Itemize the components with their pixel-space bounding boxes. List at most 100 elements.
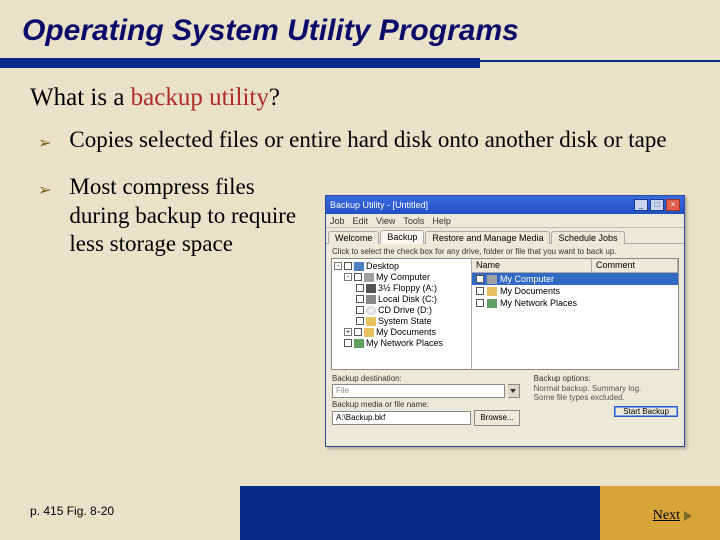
media-label: Backup media or file name: <box>332 400 520 409</box>
list-header: Name Comment <box>472 259 678 273</box>
bullet-item: ➢ Copies selected files or entire hard d… <box>38 126 678 155</box>
page-reference: p. 415 Fig. 8-20 <box>30 504 114 518</box>
tab-backup[interactable]: Backup <box>380 230 424 244</box>
options-text: Some file types excluded. <box>534 393 678 402</box>
tree-item[interactable]: 3½ Floppy (A:) <box>334 283 469 294</box>
close-button[interactable]: × <box>666 199 680 211</box>
subtitle-emphasis: backup utility <box>131 84 269 111</box>
tree-item[interactable]: + My Documents <box>334 327 469 338</box>
bottom-controls: Backup destination: File Backup media or… <box>326 370 684 430</box>
window-title: Backup Utility - [Untitled] <box>330 200 428 210</box>
expand-icon[interactable]: - <box>334 262 342 270</box>
subtitle-suffix: ? <box>269 84 280 111</box>
column-comment[interactable]: Comment <box>592 259 678 272</box>
menu-item[interactable]: Tools <box>403 216 424 226</box>
tree-item[interactable]: - Desktop <box>334 261 469 272</box>
list-row[interactable]: My Computer <box>472 273 678 285</box>
tree-item[interactable]: System State <box>334 316 469 327</box>
column-name[interactable]: Name <box>472 259 592 272</box>
tree-checkbox[interactable] <box>356 295 364 303</box>
titlebar[interactable]: Backup Utility - [Untitled] _ □ × <box>326 196 684 214</box>
title-rule-thin <box>0 60 720 62</box>
menubar: Job Edit View Tools Help <box>326 214 684 228</box>
floppy-icon <box>366 284 376 293</box>
tab-welcome[interactable]: Welcome <box>328 231 379 244</box>
tree-item[interactable]: My Network Places <box>334 338 469 349</box>
subtitle-prefix: What is a <box>30 84 131 111</box>
row-label: My Computer <box>500 274 554 284</box>
play-icon <box>684 511 692 521</box>
expand-icon[interactable]: + <box>344 328 352 336</box>
row-checkbox[interactable] <box>476 275 484 283</box>
subtitle: What is a backup utility? <box>30 84 280 112</box>
disk-icon <box>366 295 376 304</box>
explorer-panes: - Desktop - My Computer 3½ Floppy (A:) Loc… <box>331 258 679 370</box>
instruction-text: Click to select the check box for any dr… <box>326 244 684 258</box>
tree-checkbox[interactable] <box>344 339 352 347</box>
tree-checkbox[interactable] <box>354 328 362 336</box>
destination-label: Backup destination: <box>332 374 520 383</box>
tab-schedule[interactable]: Schedule Jobs <box>551 231 624 244</box>
page-title: Operating System Utility Programs <box>0 0 720 48</box>
backup-utility-window: Backup Utility - [Untitled] _ □ × Job Ed… <box>325 195 685 447</box>
menu-item[interactable]: View <box>376 216 395 226</box>
list-row[interactable]: My Network Places <box>472 297 678 309</box>
menu-item[interactable]: Help <box>432 216 451 226</box>
tree-pane[interactable]: - Desktop - My Computer 3½ Floppy (A:) Loc… <box>332 259 472 369</box>
network-icon <box>354 339 364 348</box>
bullet-marker-icon: ➢ <box>38 180 51 200</box>
chevron-down-icon[interactable] <box>508 384 520 398</box>
tabbar: Welcome Backup Restore and Manage Media … <box>326 228 684 244</box>
tree-label: Local Disk (C:) <box>378 294 437 304</box>
desktop-icon <box>354 262 364 271</box>
footer-band-blue <box>240 486 600 540</box>
destination-select[interactable]: File <box>332 384 505 398</box>
tree-label: My Documents <box>376 327 436 337</box>
tree-label: My Network Places <box>366 338 443 348</box>
slide: Operating System Utility Programs What i… <box>0 0 720 540</box>
folder-icon <box>366 317 376 326</box>
tree-checkbox[interactable] <box>356 306 364 314</box>
row-label: My Documents <box>500 286 560 296</box>
minimize-button[interactable]: _ <box>634 199 648 211</box>
tree-checkbox[interactable] <box>344 262 352 270</box>
media-filename-input[interactable]: A:\Backup.bkf <box>332 411 471 425</box>
next-label: Next <box>653 508 680 524</box>
tree-label: Desktop <box>366 261 399 271</box>
network-icon <box>487 299 497 308</box>
bullet-text: Copies selected files or entire hard dis… <box>69 126 666 155</box>
tree-checkbox[interactable] <box>356 317 364 325</box>
tree-checkbox[interactable] <box>356 284 364 292</box>
tree-label: My Computer <box>376 272 430 282</box>
menu-item[interactable]: Job <box>330 216 345 226</box>
browse-button[interactable]: Browse... <box>474 410 519 426</box>
expand-icon[interactable]: - <box>344 273 352 281</box>
destination-column: Backup destination: File Backup media or… <box>332 374 520 428</box>
maximize-button[interactable]: □ <box>650 199 664 211</box>
folder-icon <box>364 328 374 337</box>
tree-item[interactable]: CD Drive (D:) <box>334 305 469 316</box>
tree-label: CD Drive (D:) <box>378 305 432 315</box>
options-column: Backup options: Normal backup. Summary l… <box>534 374 678 428</box>
list-row[interactable]: My Documents <box>472 285 678 297</box>
tree-label: 3½ Floppy (A:) <box>378 283 437 293</box>
tree-checkbox[interactable] <box>354 273 362 281</box>
options-text: Normal backup. Summary log. <box>534 384 678 393</box>
computer-icon <box>364 273 374 282</box>
options-label: Backup options: <box>534 374 678 383</box>
tree-item[interactable]: Local Disk (C:) <box>334 294 469 305</box>
tab-restore[interactable]: Restore and Manage Media <box>425 231 550 244</box>
bullet-marker-icon: ➢ <box>38 133 51 153</box>
next-button[interactable]: Next <box>653 508 692 524</box>
window-buttons: _ □ × <box>634 199 680 211</box>
menu-item[interactable]: Edit <box>353 216 369 226</box>
row-checkbox[interactable] <box>476 299 484 307</box>
row-checkbox[interactable] <box>476 287 484 295</box>
row-label: My Network Places <box>500 298 577 308</box>
tree-label: System State <box>378 316 432 326</box>
tree-item[interactable]: - My Computer <box>334 272 469 283</box>
list-pane[interactable]: Name Comment My Computer My Documents My… <box>472 259 678 369</box>
bullet-text: Most compress files during backup to req… <box>69 173 319 259</box>
start-backup-button[interactable]: Start Backup <box>614 406 678 417</box>
folder-icon <box>487 287 497 296</box>
